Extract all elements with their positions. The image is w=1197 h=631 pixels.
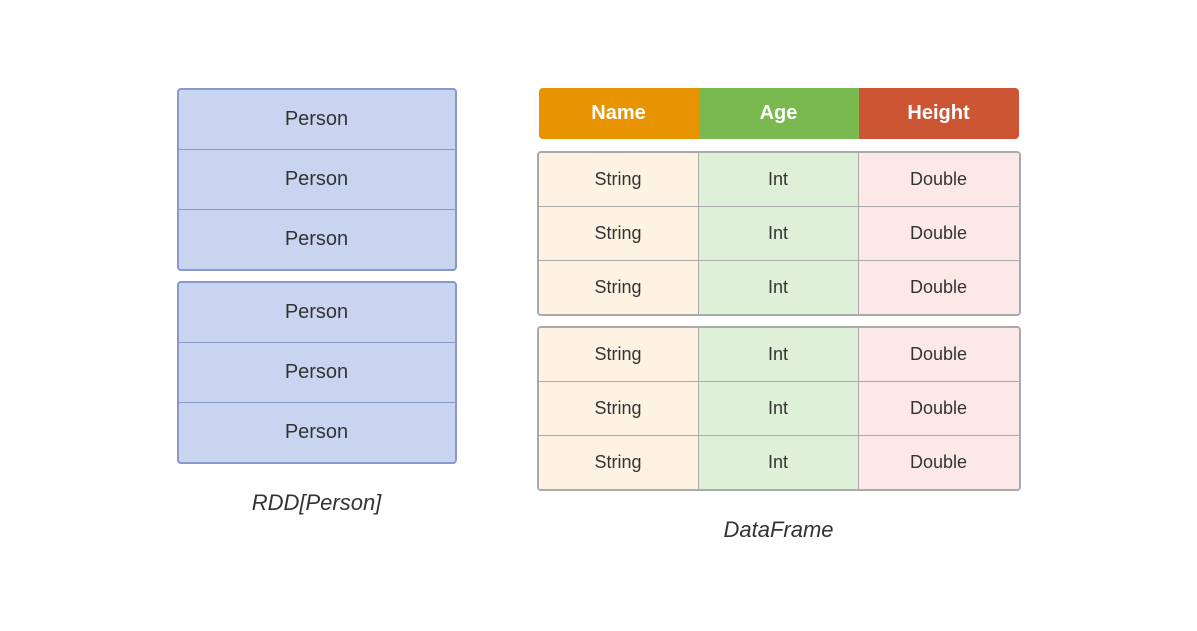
- rdd-partitions: Person Person Person Person Person Perso…: [177, 88, 457, 464]
- df-cell-name: String: [539, 153, 699, 206]
- df-cell-age: Int: [699, 382, 859, 435]
- df-row: String Int Double: [539, 436, 1019, 489]
- df-cell-age: Int: [699, 328, 859, 381]
- df-cell-age: Int: [699, 207, 859, 260]
- df-row: String Int Double: [539, 328, 1019, 382]
- df-cell-height: Double: [859, 207, 1019, 260]
- dataframe-label: DataFrame: [723, 517, 833, 543]
- df-cell-age: Int: [699, 261, 859, 314]
- rdd-partition-1: Person Person Person: [177, 88, 457, 271]
- df-header: Name Age Height: [539, 88, 1019, 139]
- df-partitions: String Int Double String Int Double Stri…: [537, 151, 1021, 491]
- df-cell-age: Int: [699, 153, 859, 206]
- df-cell-height: Double: [859, 153, 1019, 206]
- df-partition-2: String Int Double String Int Double Stri…: [537, 326, 1021, 491]
- rdd-row: Person: [179, 90, 455, 150]
- df-cell-height: Double: [859, 328, 1019, 381]
- df-cell-name: String: [539, 436, 699, 489]
- rdd-row: Person: [179, 150, 455, 210]
- header-name: Name: [539, 88, 699, 139]
- df-partition-1: String Int Double String Int Double Stri…: [537, 151, 1021, 316]
- main-container: Person Person Person Person Person Perso…: [0, 68, 1197, 563]
- rdd-row: Person: [179, 283, 455, 343]
- df-cell-height: Double: [859, 382, 1019, 435]
- df-cell-name: String: [539, 261, 699, 314]
- df-cell-name: String: [539, 207, 699, 260]
- df-row: String Int Double: [539, 261, 1019, 314]
- rdd-row: Person: [179, 403, 455, 462]
- rdd-partition-2: Person Person Person: [177, 281, 457, 464]
- df-row: String Int Double: [539, 382, 1019, 436]
- header-height: Height: [859, 88, 1019, 139]
- header-age: Age: [699, 88, 859, 139]
- rdd-row: Person: [179, 210, 455, 269]
- rdd-section: Person Person Person Person Person Perso…: [177, 88, 457, 516]
- df-row: String Int Double: [539, 207, 1019, 261]
- df-row: String Int Double: [539, 153, 1019, 207]
- df-cell-name: String: [539, 382, 699, 435]
- rdd-label: RDD[Person]: [252, 490, 382, 516]
- df-cell-height: Double: [859, 261, 1019, 314]
- df-cell-age: Int: [699, 436, 859, 489]
- rdd-row: Person: [179, 343, 455, 403]
- df-cell-name: String: [539, 328, 699, 381]
- dataframe-section: Name Age Height String Int Double String…: [537, 88, 1021, 543]
- df-cell-height: Double: [859, 436, 1019, 489]
